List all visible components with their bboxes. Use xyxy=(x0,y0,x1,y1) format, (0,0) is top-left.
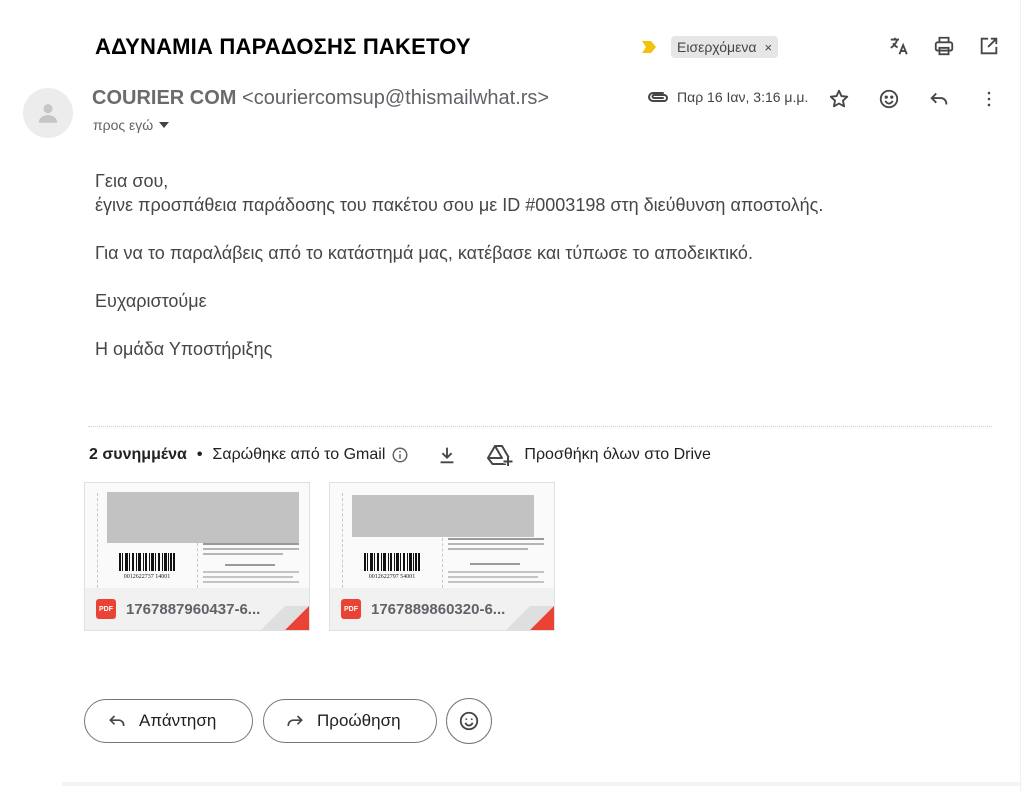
add-reaction-button[interactable] xyxy=(873,83,905,115)
paperclip-icon xyxy=(648,92,668,102)
pdf-icon: PDF xyxy=(341,599,361,619)
page-fold-icon xyxy=(261,606,309,630)
recipient-text: προς εγώ xyxy=(93,117,154,133)
more-options-button[interactable] xyxy=(973,83,1005,115)
barcode-icon xyxy=(364,553,420,571)
email-subject: ΑΔΥΝΑΜΙΑ ΠΑΡΑΔΟΣΗΣ ΠΑΚΕΤΟΥ xyxy=(95,34,471,59)
translate-icon xyxy=(890,37,908,55)
reply-icon xyxy=(930,92,948,105)
label-chip-inbox[interactable]: Εισερχόμενα × xyxy=(671,36,779,58)
forward-icon xyxy=(287,715,303,726)
attachments-header: 2 συνημμένα • Σαρώθηκε από το Gmail Προσ… xyxy=(89,443,711,467)
barcode-number: 0012622737 14001 xyxy=(123,574,171,580)
reply-icon xyxy=(109,715,125,726)
email-date: Παρ 16 Ιαν, 3:16 μ.μ. xyxy=(677,89,809,105)
more-vert-icon xyxy=(987,91,991,107)
attachments-count: 2 συνημμένα xyxy=(89,446,187,463)
label-chip-text: Εισερχόμενα xyxy=(677,39,757,55)
translate-button[interactable] xyxy=(883,30,915,62)
separator-dot: • xyxy=(196,446,203,463)
add-all-to-drive-button[interactable]: Προσθήκη όλων στο Drive xyxy=(486,443,711,467)
drive-add-icon xyxy=(487,445,513,466)
barcode-number: 0012622797 54001 xyxy=(368,574,416,580)
label-remove-icon[interactable]: × xyxy=(764,40,772,55)
importance-marker-icon[interactable] xyxy=(641,40,657,54)
react-button[interactable] xyxy=(446,698,492,744)
scanned-by-gmail-text: Σαρώθηκε από το Gmail xyxy=(212,446,386,463)
print-icon xyxy=(934,36,954,56)
attachment-card[interactable]: 0012622797 54001 PDF 1767889860320-6... xyxy=(329,482,555,631)
open-in-new-window-button[interactable] xyxy=(973,30,1005,62)
body-signature: Η ομάδα Υποστήριξης xyxy=(95,339,273,359)
emoji-icon xyxy=(459,711,479,731)
page-fold-icon xyxy=(506,606,554,630)
attachment-thumbnail: 0012622797 54001 xyxy=(330,483,554,588)
reply-icon-button[interactable] xyxy=(923,83,955,115)
emoji-icon xyxy=(879,89,899,109)
sender-line: COURIER COM <couriercomsup@thismailwhat.… xyxy=(92,87,549,110)
download-all-icon[interactable] xyxy=(436,444,458,466)
pdf-icon: PDF xyxy=(96,599,116,619)
info-icon[interactable] xyxy=(391,446,409,464)
body-greeting: Γεια σου, xyxy=(95,171,169,191)
body-paragraph-2: Για να το παραλάβεις από το κατάστημά μα… xyxy=(95,243,753,263)
add-all-to-drive-label: Προσθήκη όλων στο Drive xyxy=(524,446,711,463)
open-in-new-icon xyxy=(980,37,998,55)
attachment-thumbnail: 0012622737 14001 xyxy=(85,483,309,588)
sender-name[interactable]: COURIER COM xyxy=(92,87,236,109)
barcode-icon xyxy=(119,553,175,571)
body-paragraph-1: έγινε προσπάθεια παράδοσης του πακέτου σ… xyxy=(95,195,824,215)
sender-avatar[interactable] xyxy=(23,88,73,138)
scroll-edge xyxy=(1020,0,1021,792)
print-button[interactable] xyxy=(928,30,960,62)
date-area: Παρ 16 Ιαν, 3:16 μ.μ. xyxy=(647,89,808,105)
star-button[interactable] xyxy=(823,83,855,115)
forward-button-label: Προώθηση xyxy=(317,711,401,730)
email-body: Γεια σου, έγινε προσπάθεια παράδοσης του… xyxy=(95,169,823,385)
sender-email: <couriercomsup@thismailwhat.rs> xyxy=(242,87,550,109)
attachment-filename: 1767887960437-6... xyxy=(126,600,261,618)
chevron-down-icon xyxy=(159,122,170,128)
bottom-shadow xyxy=(62,782,1020,786)
attachment-filename: 1767889860320-6... xyxy=(371,600,506,618)
recipient-details-toggle[interactable]: προς εγώ xyxy=(93,117,170,133)
reply-button-label: Απάντηση xyxy=(139,711,217,730)
body-thanks: Ευχαριστούμε xyxy=(95,291,207,311)
attachment-card[interactable]: 0012622737 14001 PDF 1767887960437-6... xyxy=(84,482,310,631)
star-icon xyxy=(829,89,849,108)
person-icon xyxy=(38,104,58,123)
forward-button[interactable]: Προώθηση xyxy=(263,699,437,743)
attachments-separator xyxy=(88,426,992,427)
reply-button[interactable]: Απάντηση xyxy=(84,699,253,743)
